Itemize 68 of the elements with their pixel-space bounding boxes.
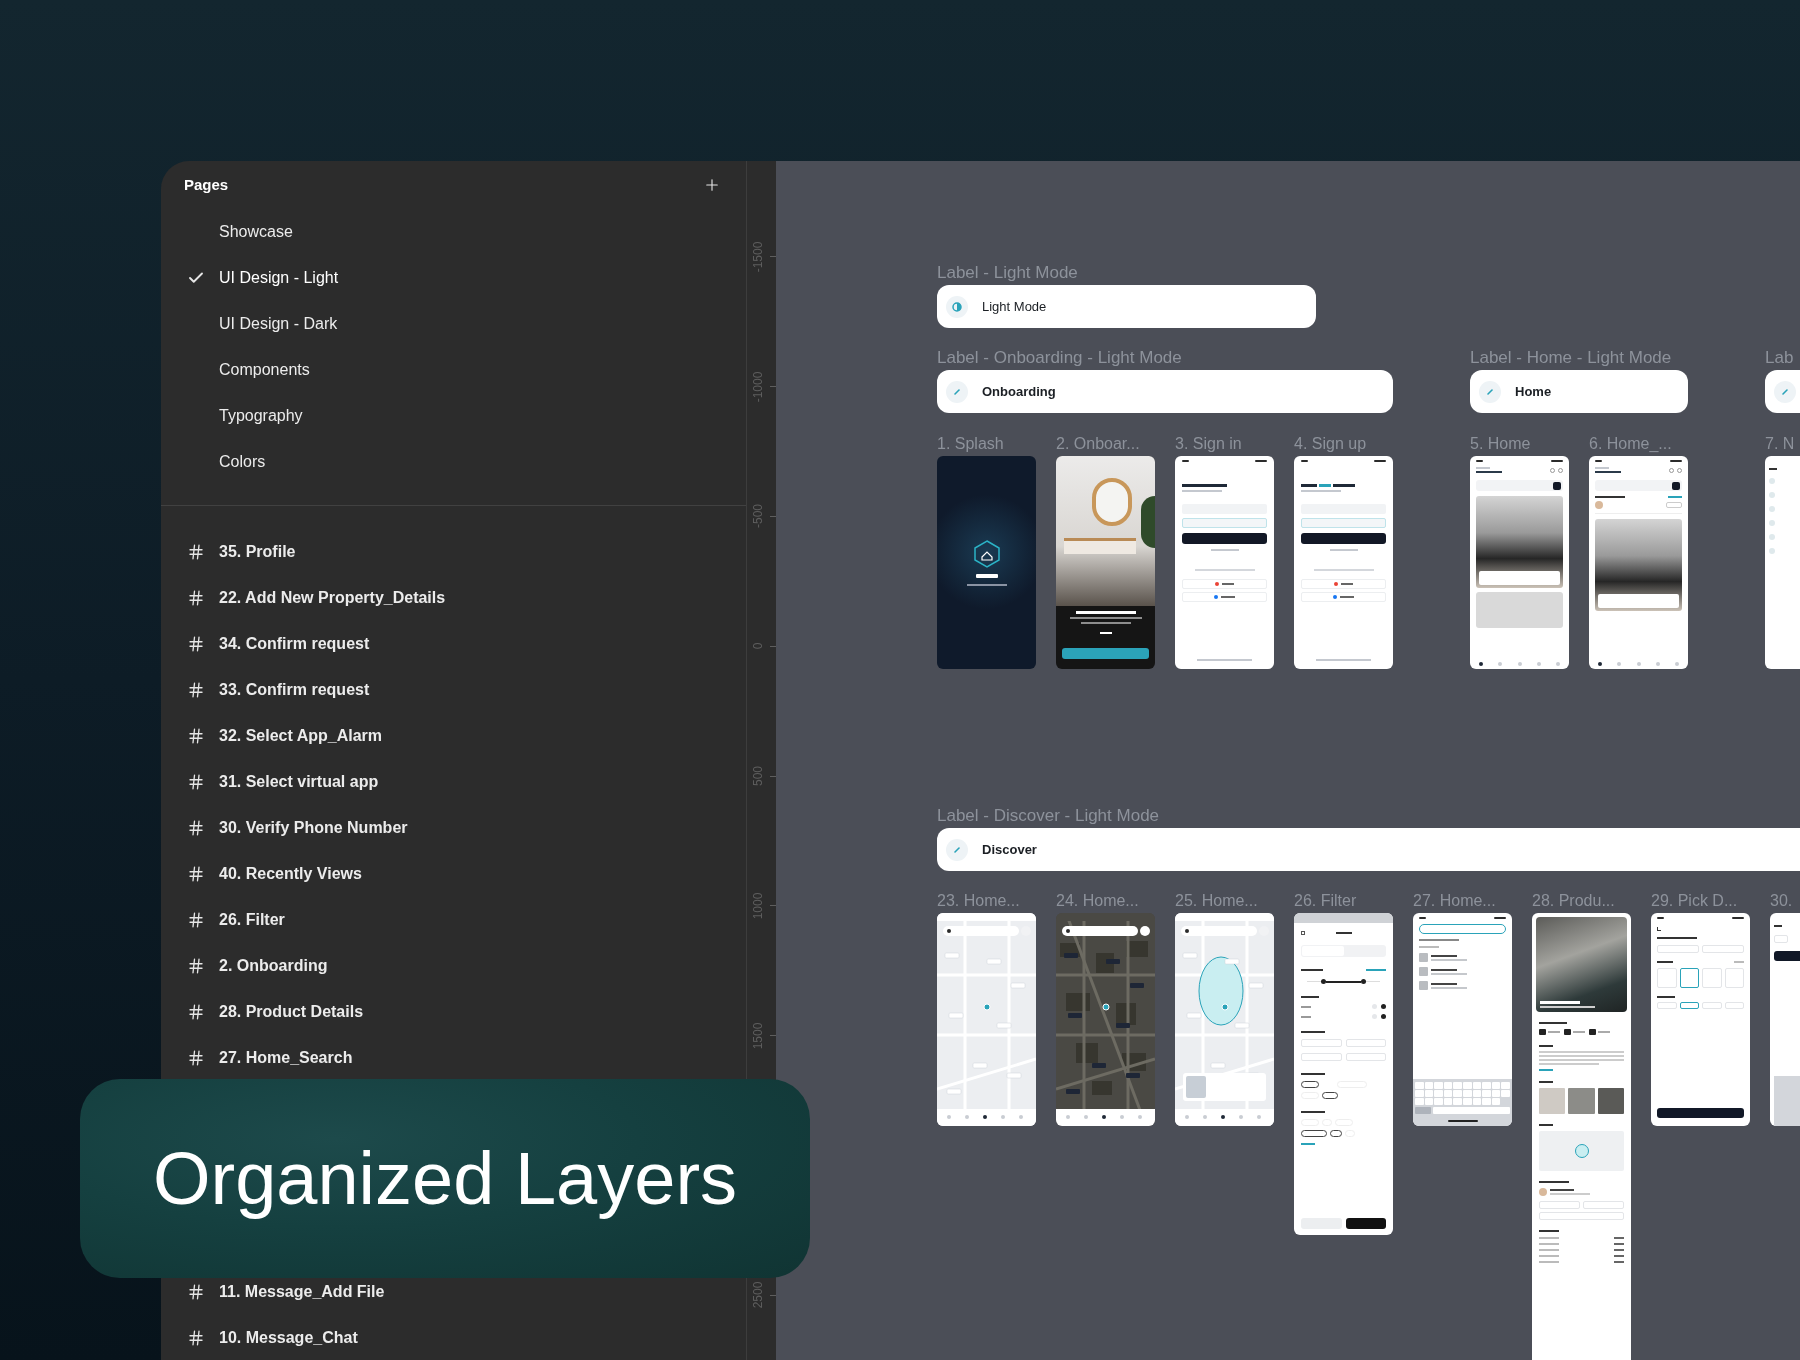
layer-item[interactable]: 2. Onboarding (161, 943, 746, 989)
frame-title: 1. Splash (937, 434, 1004, 454)
frame-title: 2. Onboar... (1056, 434, 1140, 454)
section-caption: Label - Home - Light Mode (1470, 348, 1672, 368)
ruler-tick (770, 775, 776, 777)
frame-title: 24. Home... (1056, 891, 1139, 911)
frame-title: 7. N (1765, 434, 1795, 454)
layer-item[interactable]: 34. Confirm request (161, 621, 746, 667)
ruler-tick (770, 905, 776, 907)
frame-title: 30. (1770, 891, 1793, 911)
add-page-button[interactable] (703, 176, 721, 194)
layer-item[interactable]: 28. Product Details (161, 989, 746, 1035)
ruler-tick (770, 256, 776, 258)
hash-icon (187, 589, 205, 607)
slash-icon (1479, 380, 1501, 403)
hash-icon (187, 635, 205, 653)
frame-title: 3. Sign in (1175, 434, 1242, 454)
frame-title: 23. Home... (937, 891, 1020, 911)
hash-icon (187, 773, 205, 791)
hash-icon (187, 1049, 205, 1067)
slash-icon (946, 838, 968, 861)
hash-icon (187, 957, 205, 975)
hash-icon (187, 1003, 205, 1021)
section-caption: Label - Onboarding - Light Mode (937, 348, 1182, 368)
layer-item[interactable]: 30. Verify Phone Number (161, 805, 746, 851)
hash-icon (187, 911, 205, 929)
layer-item[interactable]: 33. Confirm request (161, 667, 746, 713)
hash-icon (187, 819, 205, 837)
label-card-text: Onboarding (982, 382, 1056, 401)
frame-title: 5. Home (1470, 434, 1531, 454)
hash-icon (187, 543, 205, 561)
slash-icon (1774, 380, 1796, 403)
pages-heading: Pages (184, 174, 229, 195)
hash-icon (187, 865, 205, 883)
section-caption: Label - Light Mode (937, 263, 1078, 283)
layer-item[interactable]: 26. Filter (161, 897, 746, 943)
ruler-tick (770, 515, 776, 517)
frame-title: 26. Filter (1294, 891, 1357, 911)
layer-item[interactable]: 31. Select virtual app (161, 759, 746, 805)
frame-title: 27. Home... (1413, 891, 1496, 911)
section-caption: Lab (1765, 348, 1794, 368)
layer-item[interactable]: 10. Message_Chat (161, 1326, 746, 1350)
label-card-text: Discover (982, 840, 1037, 859)
layer-item[interactable]: 40. Recently Views (161, 851, 746, 897)
half-circle-icon (946, 295, 968, 318)
frame-title: 28. Produ... (1532, 891, 1615, 911)
layer-item[interactable]: 32. Select App_Alarm (161, 713, 746, 759)
ruler-tick (770, 1294, 776, 1296)
layer-item[interactable]: 11. Message_Add File (161, 1280, 746, 1304)
frame-title: 4. Sign up (1294, 434, 1367, 454)
ruler-tick (770, 386, 776, 388)
label-card-text: Home (1515, 382, 1552, 401)
layer-item[interactable]: 22. Add New Property_Details (161, 575, 746, 621)
section-caption: Label - Discover - Light Mode (937, 806, 1160, 826)
hash-icon (187, 1283, 205, 1301)
ruler-tick (770, 645, 776, 647)
layer-item[interactable]: 35. Profile (161, 529, 746, 575)
ruler-tick (770, 1035, 776, 1037)
slash-icon (946, 380, 968, 403)
banner-title: Organized Layers (152, 1135, 738, 1222)
frame-title: 6. Home_... (1589, 434, 1672, 454)
frame-title: 25. Home... (1175, 891, 1258, 911)
hash-icon (187, 1329, 205, 1347)
plus-icon (703, 176, 721, 194)
frame-title: 29. Pick D... (1651, 891, 1738, 911)
hash-icon (187, 681, 205, 699)
label-card-text: Light Mode (982, 297, 1047, 316)
hash-icon (187, 727, 205, 745)
